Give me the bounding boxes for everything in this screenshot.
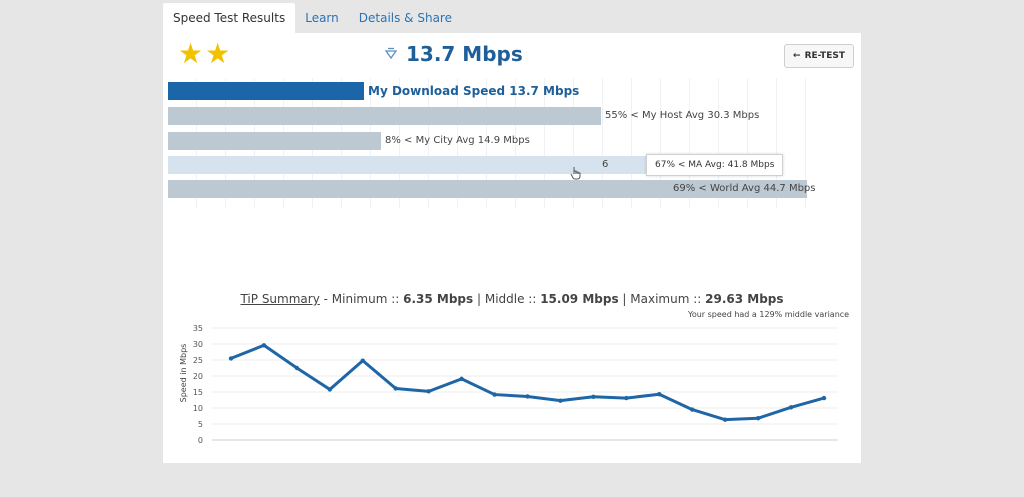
tip-summary-link[interactable]: TiP Summary [240,292,319,306]
speed-series-line [230,343,825,422]
y-tick-label: 20 [193,372,203,381]
rating-stars: ★ ★ [178,40,230,68]
bar-label-host-avg: 55% < My Host Avg 30.3 Mbps [605,110,760,121]
y-tick-label: 10 [193,404,203,413]
left-arrow-icon: ← [793,51,801,61]
bar-label-city-avg: 8% < My City Avg 14.9 Mbps [385,135,530,146]
y-tick-label: 30 [193,340,203,349]
summary-min-label: - Minimum :: [319,292,404,306]
summary-min-value: 6.35 Mbps [403,292,474,306]
star-icon: ★ [205,37,231,70]
bar-tooltip: 67% < MA Avg: 41.8 Mbps [646,154,784,176]
data-point[interactable] [755,416,761,421]
tab-bar: Speed Test Results Learn Details & Share [163,3,462,33]
tab-speed-test-results[interactable]: Speed Test Results [163,3,296,33]
data-point[interactable] [558,398,563,403]
download-speed-value: 13.7 Mbps [406,42,523,66]
bar-host-avg[interactable] [168,107,601,125]
tab-details-share[interactable]: Details & Share [349,3,462,33]
data-point[interactable] [393,386,398,391]
data-point[interactable] [360,358,365,363]
y-tick-label: 25 [193,356,203,365]
bar-city-avg[interactable] [168,132,381,150]
summary-mid-value: 15.09 Mbps [540,292,619,306]
bar-label-world-avg: 69% < World Avg 44.7 Mbps [673,183,816,194]
data-point[interactable] [657,392,662,397]
bar-my-download[interactable] [168,82,364,100]
summary-max-label: | Maximum :: [618,292,706,306]
data-point[interactable] [261,343,267,348]
summary-mid-label: | Middle :: [473,292,541,306]
data-point[interactable] [426,389,431,394]
data-point[interactable] [525,394,530,399]
hand-cursor-icon [570,167,581,180]
speed-line-chart: Speed in Mbps 0 5 10 15 20 25 30 35 [179,324,838,445]
data-point[interactable] [459,376,464,382]
data-point[interactable] [228,356,234,361]
y-tick-label: 15 [193,388,203,397]
bar-label-ma-avg: 6 [602,159,609,170]
tab-learn[interactable]: Learn [295,3,349,33]
retest-label: RE-TEST [804,51,845,61]
summary-max-value: 29.63 Mbps [705,292,784,306]
speed-header: 13.7 Mbps [384,42,523,66]
y-axis-label: Speed in Mbps [179,344,188,403]
star-icon: ★ [178,37,204,70]
bar-label-my-download: My Download Speed 13.7 Mbps [368,84,580,98]
comparison-bars: My Download Speed 13.7 Mbps 55% < My Hos… [168,78,828,208]
data-point[interactable] [624,395,629,401]
tip-summary: TiP Summary - Minimum :: 6.35 Mbps | Mid… [163,292,861,306]
y-tick-label: 35 [193,324,203,333]
data-point[interactable] [591,394,596,399]
y-tick-label: 0 [198,436,203,445]
data-point[interactable] [788,405,794,410]
data-point[interactable] [327,387,333,392]
retest-button[interactable]: ← RE-TEST [784,44,854,68]
data-point[interactable] [722,417,728,422]
y-tick-label: 5 [198,420,203,429]
data-point[interactable] [294,365,300,371]
download-arrow-icon [384,47,398,60]
data-point[interactable] [492,392,497,397]
data-point[interactable] [821,395,827,401]
data-point[interactable] [690,407,695,412]
